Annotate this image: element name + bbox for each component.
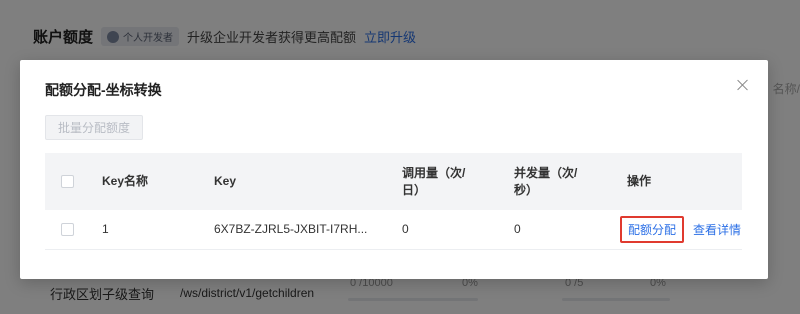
select-all-checkbox[interactable]	[61, 175, 74, 188]
column-concurrency-line1: 并发量（次/	[514, 165, 578, 180]
view-details-link[interactable]: 查看详情	[693, 221, 741, 238]
key-quota-table: Key名称 Key 调用量（次/ 日） 并发量（次/ 秒） 操作 1 6X7BZ…	[45, 153, 742, 250]
concurrency-cell: 0	[514, 222, 521, 236]
close-icon[interactable]	[736, 78, 750, 92]
allocate-quota-link[interactable]: 配额分配	[620, 216, 685, 243]
column-operations: 操作	[627, 174, 652, 188]
column-calls-line1: 调用量（次/	[402, 165, 466, 180]
batch-allocate-button[interactable]: 批量分配额度	[45, 115, 144, 140]
key-value-cell: 6X7BZ-ZJRL5-JXBIT-I7RH...	[214, 222, 368, 236]
column-concurrency-line2: 秒）	[514, 182, 539, 197]
column-concurrency: 并发量（次/ 秒）	[514, 165, 604, 199]
row-checkbox[interactable]	[61, 223, 74, 236]
quota-allocation-dialog: 配额分配-坐标转换 批量分配额度 Key名称 Key 调用量（次/ 日） 并发量…	[20, 60, 768, 279]
column-calls-line2: 日）	[402, 182, 427, 197]
table-row: 1 6X7BZ-ZJRL5-JXBIT-I7RH... 0 0 配额分配 查看详…	[45, 210, 742, 250]
calls-cell: 0	[402, 222, 409, 236]
column-calls: 调用量（次/ 日）	[402, 165, 492, 199]
column-key-name: Key名称	[102, 174, 149, 188]
table-header: Key名称 Key 调用量（次/ 日） 并发量（次/ 秒） 操作	[45, 153, 742, 210]
column-key: Key	[214, 174, 237, 188]
key-name-cell: 1	[102, 222, 109, 236]
dialog-title: 配额分配-坐标转换	[45, 82, 162, 98]
